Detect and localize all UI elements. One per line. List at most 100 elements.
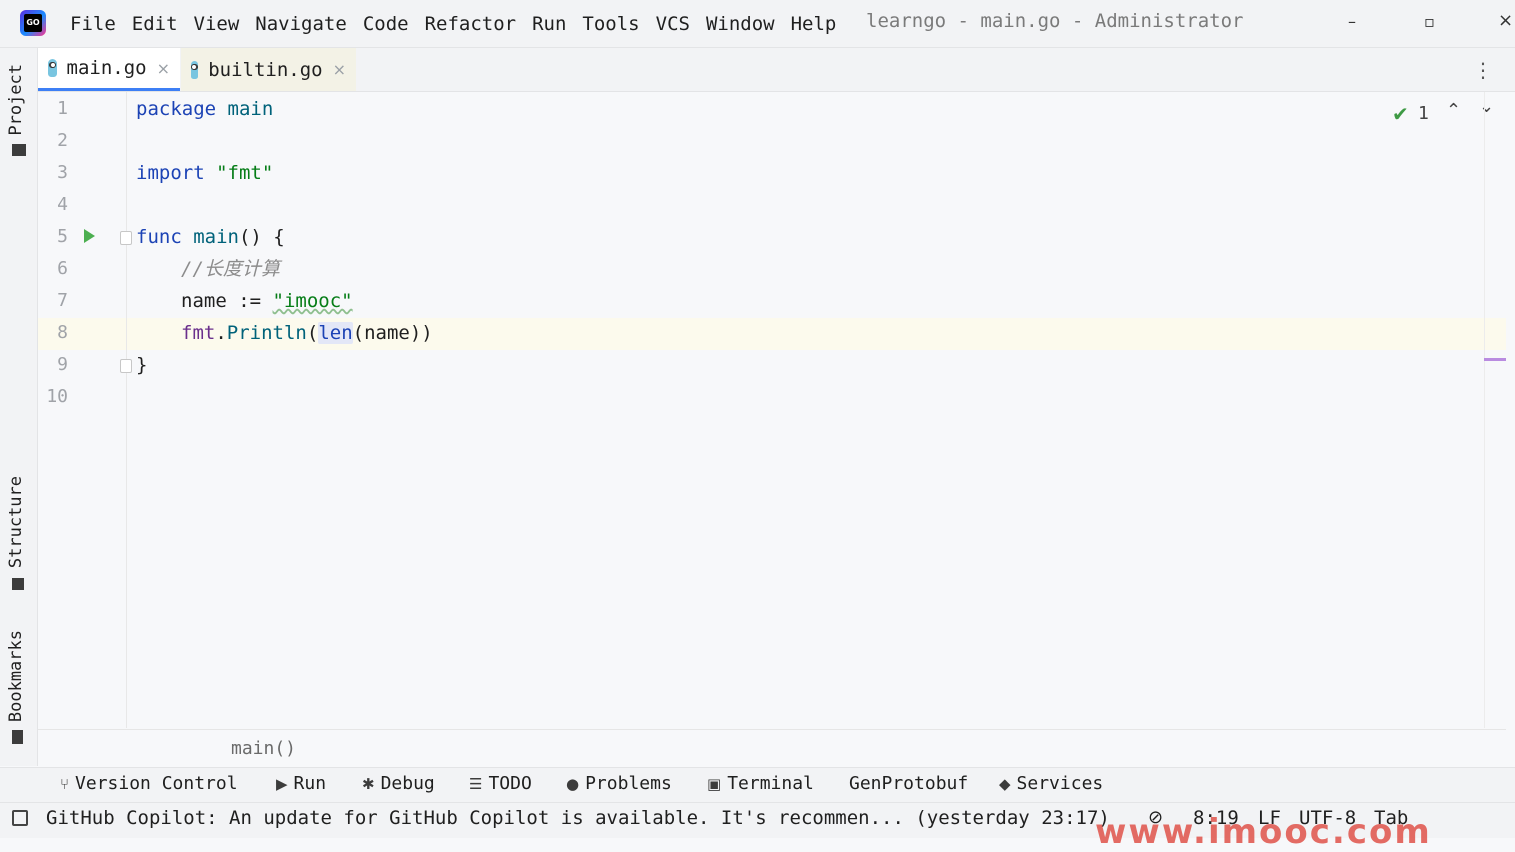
- line-number: 6: [57, 258, 68, 279]
- menu-tools[interactable]: Tools: [574, 13, 647, 35]
- restore-button[interactable]: ▫: [1424, 12, 1435, 31]
- todo-tool[interactable]: ☰ TODO: [469, 773, 532, 794]
- caret-position[interactable]: 8:19: [1193, 807, 1239, 829]
- tool-windows-toggle-icon[interactable]: [12, 810, 28, 826]
- punctuation: .: [215, 322, 227, 344]
- indent-setting[interactable]: Tab: [1374, 807, 1408, 829]
- folder-icon: [12, 144, 26, 156]
- close-tab-icon[interactable]: ×: [157, 59, 170, 78]
- method-call: Println: [226, 322, 307, 344]
- tool-label: GenProtobuf: [849, 773, 969, 794]
- menu-code[interactable]: Code: [355, 13, 417, 35]
- branch-icon: ⑂: [60, 774, 70, 793]
- stripe-mark[interactable]: [1484, 358, 1506, 361]
- previous-highlight-icon[interactable]: ⌃: [1446, 100, 1461, 121]
- line-number: 10: [46, 386, 68, 407]
- gopher-icon: [48, 59, 57, 77]
- bug-icon: ✱: [362, 774, 375, 793]
- menu-navigate[interactable]: Navigate: [247, 13, 355, 35]
- tool-label: TODO: [488, 773, 532, 794]
- builtin-len: len: [318, 322, 353, 344]
- goland-logo-icon[interactable]: GO: [20, 10, 46, 36]
- inspection-count: 1: [1418, 103, 1429, 124]
- punctuation: () {: [238, 226, 285, 248]
- tab-label: builtin.go: [208, 58, 323, 81]
- main-menu: File Edit View Navigate Code Refactor Ru…: [62, 0, 844, 47]
- run-gutter-icon[interactable]: [84, 229, 95, 243]
- line-number: 8: [57, 322, 68, 343]
- menu-edit[interactable]: Edit: [124, 13, 186, 35]
- bookmark-icon: [12, 730, 23, 744]
- string-literal: "fmt": [216, 162, 274, 184]
- close-tab-icon[interactable]: ×: [333, 60, 346, 79]
- code-line-8: fmt.Println(len(name)): [181, 317, 433, 349]
- breadcrumb[interactable]: main(): [231, 738, 296, 759]
- tool-label: Services: [1016, 773, 1104, 794]
- problems-tool[interactable]: ● Problems: [566, 773, 672, 794]
- tool-label: Debug: [380, 773, 435, 794]
- code-line-5: func main() {: [136, 221, 285, 253]
- bookmarks-tool-tab[interactable]: Bookmarks: [6, 630, 26, 722]
- keyword: import: [136, 162, 205, 184]
- services-icon: ◆: [999, 774, 1011, 793]
- run-tool[interactable]: ▶ Run: [276, 773, 326, 794]
- menu-file[interactable]: File: [62, 13, 124, 35]
- tab-menu-icon[interactable]: ⋮: [1473, 58, 1493, 82]
- menu-run[interactable]: Run: [524, 13, 574, 35]
- line-number-gutter: 1 2 3 4 5 6 7 8 9 10: [38, 92, 127, 728]
- tool-label: Terminal: [727, 773, 814, 794]
- package-ref: fmt: [181, 322, 216, 344]
- tool-label: Problems: [585, 773, 672, 794]
- version-control-tool[interactable]: ⑂ Version Control: [60, 773, 238, 794]
- line-number: 4: [57, 194, 68, 215]
- services-tool[interactable]: ◆ Services: [999, 773, 1103, 794]
- terminal-tool[interactable]: ▣ Terminal: [707, 773, 814, 794]
- punctuation: (: [306, 322, 319, 344]
- tab-builtin-go[interactable]: builtin.go ×: [181, 48, 356, 91]
- code-editor[interactable]: package main import "fmt" func main() { …: [127, 92, 1483, 728]
- code-line-1: package main: [136, 93, 273, 125]
- close-window-button[interactable]: ×: [1498, 10, 1513, 31]
- code-line-3: import "fmt": [136, 157, 273, 189]
- structure-tool-tab[interactable]: Structure: [6, 476, 26, 568]
- line-number: 1: [57, 98, 68, 119]
- code-line-7: name := "imooc": [181, 285, 353, 317]
- punctuation: }: [136, 354, 148, 376]
- code-line-9: }: [136, 349, 147, 381]
- line-separator[interactable]: LF: [1258, 807, 1281, 829]
- gopher-icon: [191, 60, 199, 79]
- menu-vcs[interactable]: VCS: [648, 13, 698, 35]
- punctuation: (name)): [352, 322, 433, 344]
- line-number: 9: [57, 354, 68, 375]
- line-number: 2: [57, 130, 68, 151]
- error-stripe[interactable]: [1484, 92, 1507, 728]
- status-message[interactable]: GitHub Copilot: An update for GitHub Cop…: [46, 807, 1110, 829]
- function-name: main: [193, 226, 239, 248]
- keyword: package: [136, 98, 217, 120]
- editor-tab-bar: main.go × builtin.go × ⋮: [38, 48, 1515, 92]
- debug-tool[interactable]: ✱ Debug: [362, 773, 435, 794]
- tool-label: Version Control: [75, 773, 238, 794]
- code-line-6: //长度计算: [181, 253, 280, 285]
- list-icon: ☰: [469, 774, 483, 793]
- menu-window[interactable]: Window: [698, 13, 783, 35]
- window-title: learngo - main.go - Administrator: [866, 10, 1244, 32]
- line-number: 5: [57, 226, 68, 247]
- line-number: 3: [57, 162, 68, 183]
- operator: :=: [226, 290, 273, 312]
- menu-refactor[interactable]: Refactor: [417, 13, 525, 35]
- minimize-button[interactable]: –: [1348, 12, 1356, 31]
- terminal-icon: ▣: [707, 774, 722, 793]
- file-encoding[interactable]: UTF-8: [1299, 807, 1356, 829]
- structure-icon: [12, 578, 24, 590]
- menu-view[interactable]: View: [186, 13, 248, 35]
- inspection-ok-icon[interactable]: ✔: [1392, 102, 1409, 126]
- tool-label: Run: [293, 773, 327, 794]
- project-tool-tab[interactable]: Project: [6, 64, 26, 136]
- package-name: main: [227, 98, 274, 120]
- menu-help[interactable]: Help: [783, 13, 845, 35]
- genprotobuf-tool[interactable]: GenProtobuf: [849, 773, 968, 794]
- copilot-icon[interactable]: ⊘: [1148, 807, 1163, 828]
- tab-main-go[interactable]: main.go ×: [38, 48, 180, 91]
- left-tool-strip: Project Structure Bookmarks: [0, 48, 38, 766]
